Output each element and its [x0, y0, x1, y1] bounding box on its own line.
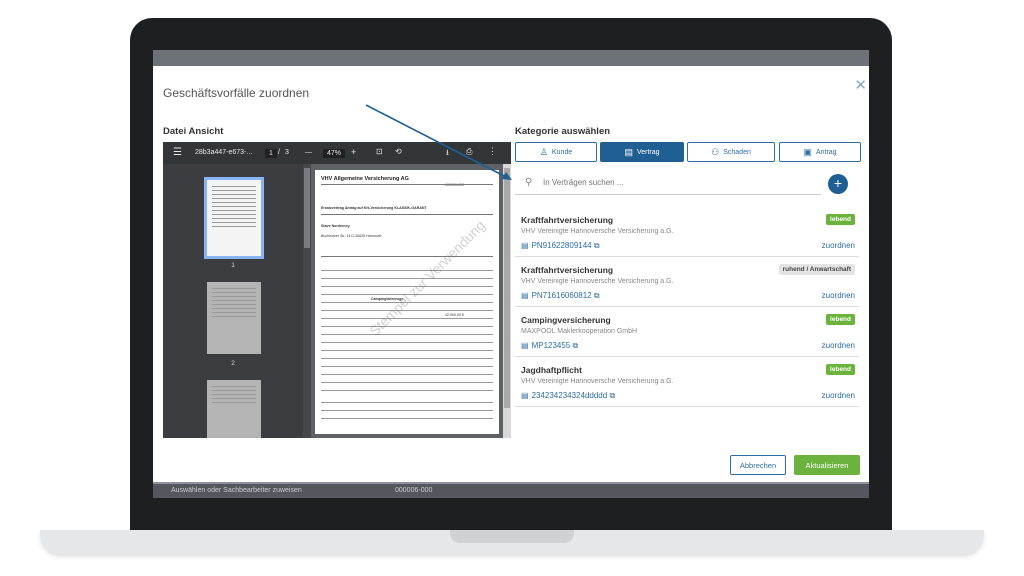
annotation-arrow	[365, 104, 512, 180]
